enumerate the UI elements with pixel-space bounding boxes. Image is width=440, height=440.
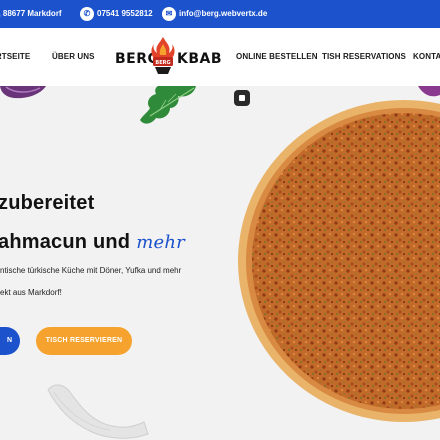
nav-home[interactable]: ARTSEITE xyxy=(0,52,30,61)
phone-link[interactable]: 07541 9552812 xyxy=(97,9,153,18)
hero-heading-line-1: zubereitet xyxy=(0,192,95,214)
hero-heading-text: ahmacun und xyxy=(0,231,131,253)
email-link[interactable]: info@berg.webvertx.de xyxy=(179,9,267,18)
hero-description-line-2: ekt aus Markdorf! xyxy=(0,288,62,297)
main-navigation: ARTSEITE ÜBER UNS BERG BERG KBAB ONLINE … xyxy=(0,28,440,86)
phone-icon: ✆ xyxy=(80,7,94,21)
nav-about[interactable]: ÜBER UNS xyxy=(52,52,95,61)
address-text: 3, 88677 Markdorf xyxy=(0,9,62,18)
nav-contact[interactable]: KONTA xyxy=(413,52,440,61)
hero-heading-line-2: ahmacun und mehr xyxy=(0,231,185,254)
nav-reservations[interactable]: TISH RESERVATIONS xyxy=(322,52,406,61)
hero-description-line-1: ntische türkische Küche mit Döner, Yufka… xyxy=(0,266,182,275)
nav-order-online[interactable]: ONLINE BESTELLEN xyxy=(236,52,318,61)
logo-word-right: KBAB xyxy=(177,51,223,67)
hero-heading-accent: mehr xyxy=(136,232,185,253)
red-onion-image-right xyxy=(418,86,440,97)
svg-text:BERG: BERG xyxy=(155,60,170,66)
reserve-table-button[interactable]: TISCH RESERVIEREN xyxy=(36,327,132,355)
decorative-wave-shape xyxy=(47,384,149,439)
flame-badge-icon: BERG xyxy=(151,37,175,74)
order-online-button[interactable]: N xyxy=(0,327,20,355)
hero-section: zubereitet ahmacun und mehr ntische türki… xyxy=(0,86,440,440)
lahmacun-image xyxy=(238,100,440,422)
site-logo[interactable]: BERG BERG KBAB xyxy=(113,36,222,78)
parsley-leaf-image xyxy=(140,86,196,124)
mail-icon: ✉ xyxy=(162,7,176,21)
red-onion-image xyxy=(0,86,46,99)
top-info-bar: 3, 88677 Markdorf ✆ 07541 9552812 ✉ info… xyxy=(0,0,440,28)
